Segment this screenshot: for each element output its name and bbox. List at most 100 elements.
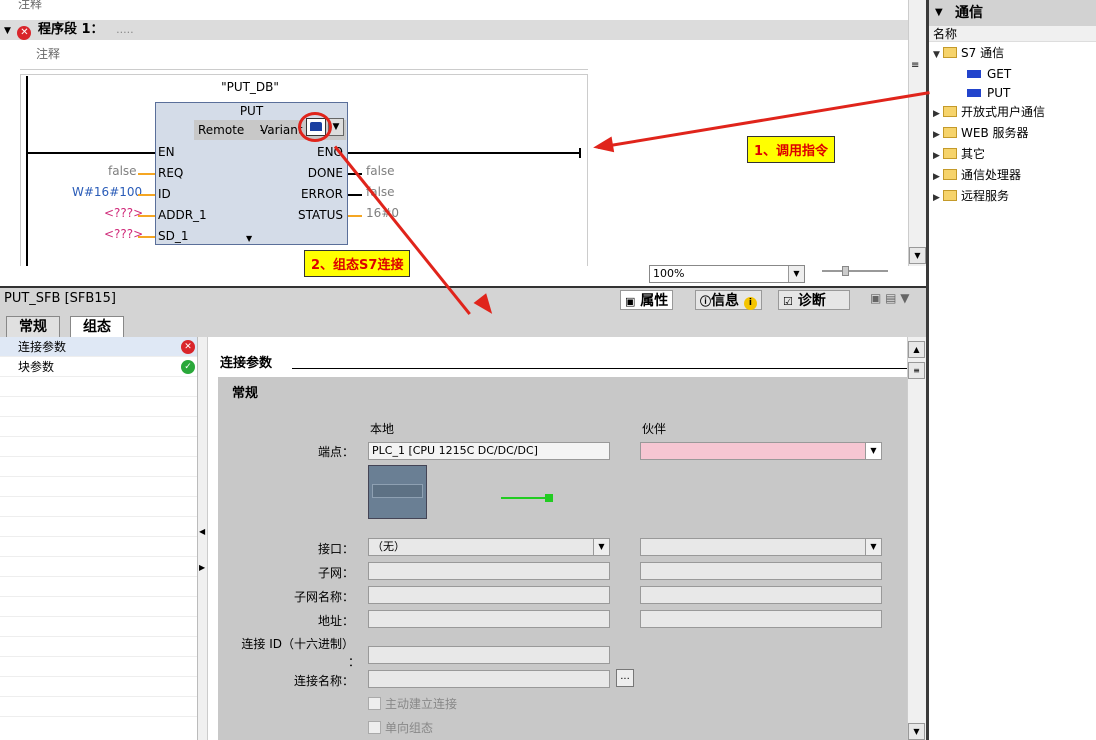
- expand-icon: ▼: [933, 50, 940, 60]
- top-comment: 注释: [18, 0, 43, 11]
- partner-subnet-name: [640, 586, 882, 604]
- label-interface: 接口：: [317, 542, 354, 556]
- pin-req: REQ: [158, 166, 184, 180]
- param-req[interactable]: false: [108, 164, 137, 178]
- folder-icon: [943, 106, 957, 117]
- dropdown-arrow-icon[interactable]: ▼: [865, 443, 881, 459]
- instructions-panel: ▼ 通信 名称 ▼ S7 通信 GET PUT ▶ 开放式用户通信 ▶ WEB 服务器…: [926, 0, 1096, 740]
- param-addr1[interactable]: <???>: [104, 206, 143, 220]
- dropdown-arrow-icon[interactable]: ▼: [865, 539, 881, 555]
- editor-scrollbar[interactable]: ≡ ▼: [908, 0, 926, 266]
- plc-image: [368, 465, 427, 519]
- zoom-slider-handle[interactable]: [842, 266, 849, 276]
- collapse-icon[interactable]: ▼: [935, 0, 943, 26]
- pin-status: STATUS: [297, 208, 343, 222]
- tree-item-s7[interactable]: ▼ S7 通信: [933, 44, 1096, 65]
- checkbox-icon: [368, 697, 381, 710]
- error-icon: ✕: [181, 340, 195, 354]
- pin-addr1: ADDR_1: [158, 208, 207, 222]
- zoom-select[interactable]: 100% ▼: [649, 265, 805, 283]
- label-subnet-name: 子网名称：: [293, 590, 354, 604]
- expand-icon: ▶: [933, 130, 940, 140]
- nav-connection-params[interactable]: 连接参数 ✕: [0, 337, 197, 357]
- collapse-icon[interactable]: ▼: [4, 26, 11, 36]
- window-controls-icon[interactable]: ▣ ▤ ▼: [870, 291, 910, 305]
- scroll-up-icon[interactable]: ▲: [908, 341, 925, 358]
- scroll-down-icon[interactable]: ▼: [908, 723, 925, 740]
- instruction-tree: ▼ S7 通信 GET PUT ▶ 开放式用户通信 ▶ WEB 服务器 ▶ 其它 ▶ 通信…: [933, 44, 1096, 208]
- highlight-circle: [298, 112, 332, 142]
- config-content: 连接参数 常规 本地 伙伴 端点： PLC_1 [CPU 1215C DC/DC…: [208, 337, 907, 740]
- scroll-grip-icon[interactable]: ≡: [911, 60, 919, 71]
- nav-block-params[interactable]: 块参数 ✓: [0, 357, 197, 377]
- partner-interface-select[interactable]: ▼: [640, 538, 882, 556]
- dropdown-arrow-icon[interactable]: ▼: [788, 266, 804, 282]
- tree-item-remote[interactable]: ▶ 远程服务: [933, 187, 1096, 208]
- param-sd1[interactable]: <???>: [104, 227, 143, 241]
- scroll-grip-icon[interactable]: ≡: [908, 362, 925, 379]
- col-partner: 伙伴: [642, 422, 667, 436]
- diagnostics-icon: ☑: [783, 295, 793, 308]
- label-endpoint: 端点：: [317, 445, 354, 459]
- column-header: 名称: [929, 26, 1096, 42]
- network-comment[interactable]: 注释: [20, 44, 588, 70]
- param-id[interactable]: W#16#100: [72, 185, 142, 199]
- network-title: 程序段 1：: [37, 22, 104, 37]
- splitter-left-icon: ◀: [199, 527, 206, 536]
- error-icon: ✕: [17, 26, 32, 40]
- check-icon: ✓: [181, 360, 195, 374]
- eno-wire: [348, 152, 580, 154]
- expand-icon: ▶: [933, 193, 940, 203]
- tab-diagnostics[interactable]: ☑ 诊断: [778, 290, 850, 310]
- tab-properties[interactable]: ▣ 属性: [620, 290, 674, 310]
- expand-arrow-icon[interactable]: ▼: [246, 234, 252, 243]
- local-interface-select[interactable]: （无） ▼: [368, 538, 610, 556]
- expand-icon: ▶: [933, 151, 940, 161]
- remote-label: Remote: [198, 123, 245, 137]
- out-done[interactable]: false: [366, 164, 395, 178]
- network-title-dots: .....: [116, 23, 134, 36]
- check-active-connect[interactable]: 主动建立连接: [368, 695, 457, 712]
- error-wire: [348, 194, 362, 196]
- connection-line: [501, 497, 547, 499]
- label-conn-id-colon: ：: [348, 655, 361, 669]
- dropdown-arrow-icon[interactable]: ▼: [593, 539, 609, 555]
- tree-item-put[interactable]: PUT: [933, 84, 1096, 103]
- partner-address: [640, 610, 882, 628]
- arrowhead-1-icon: [591, 136, 615, 156]
- tree-item-other[interactable]: ▶ 其它: [933, 145, 1096, 166]
- tree-item-web[interactable]: ▶ WEB 服务器: [933, 124, 1096, 145]
- en-wire: [28, 152, 156, 154]
- power-rail: [26, 76, 28, 266]
- label-subnet: 子网：: [317, 566, 354, 580]
- local-subnet: [368, 562, 610, 580]
- tab-general[interactable]: 常规: [6, 316, 60, 337]
- zoom-value: 100%: [653, 267, 685, 280]
- tree-item-get[interactable]: GET: [933, 65, 1096, 84]
- conn-name-field[interactable]: [368, 670, 610, 688]
- pin-error: ERROR: [300, 187, 343, 201]
- zoom-slider[interactable]: [822, 270, 888, 272]
- network-title-bar[interactable]: ▼ ✕ 程序段 1： .....: [0, 20, 908, 40]
- tab-info[interactable]: ⓘ信息 i: [695, 290, 762, 310]
- put-function-block[interactable]: PUT Remote - Variant ▼ EN REQ ID ADDR_1 …: [155, 102, 348, 245]
- partner-endpoint-select[interactable]: ▼: [640, 442, 882, 460]
- check-oneway[interactable]: 单向组态: [368, 719, 433, 736]
- section-title: 连接参数: [220, 356, 273, 371]
- config-nav: 连接参数 ✕ 块参数 ✓: [0, 337, 198, 740]
- folder-icon: [943, 148, 957, 159]
- content-scrollbar[interactable]: ▲ ≡ ▼: [907, 337, 926, 740]
- pin-sd1: SD_1: [158, 229, 189, 243]
- tree-item-open-user[interactable]: ▶ 开放式用户通信: [933, 103, 1096, 124]
- scroll-down-icon[interactable]: ▼: [909, 247, 926, 264]
- local-endpoint: PLC_1 [CPU 1215C DC/DC/DC]: [368, 442, 610, 460]
- block-db-name[interactable]: "PUT_DB": [150, 80, 350, 94]
- browse-button[interactable]: ...: [616, 669, 634, 687]
- section-rule: [292, 368, 907, 369]
- tab-configuration[interactable]: 组态: [70, 316, 124, 338]
- properties-title: PUT_SFB [SFB15]: [4, 291, 116, 306]
- panel-header[interactable]: ▼ 通信: [929, 0, 1096, 26]
- conn-id-field[interactable]: [368, 646, 610, 664]
- local-address: [368, 610, 610, 628]
- tree-item-cp[interactable]: ▶ 通信处理器: [933, 166, 1096, 187]
